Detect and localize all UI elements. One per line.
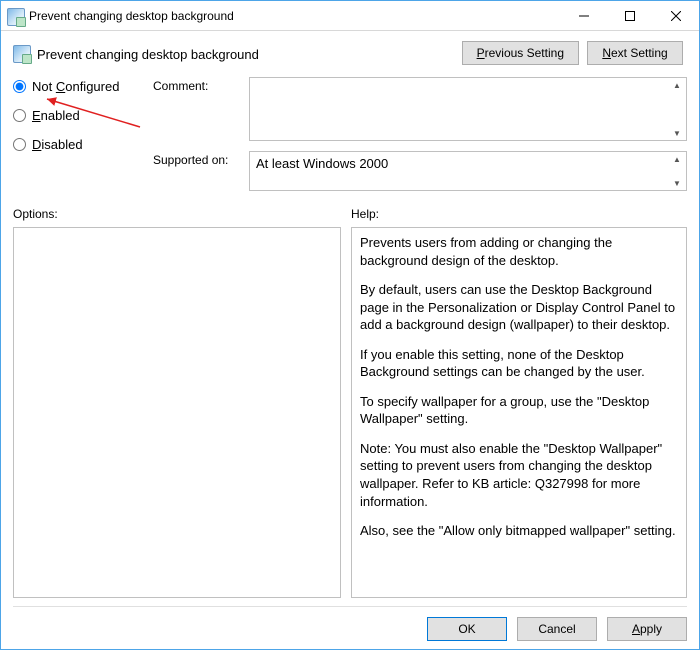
help-text: By default, users can use the Desktop Ba… (360, 281, 678, 334)
next-setting-button[interactable]: Next Setting (587, 41, 683, 65)
gpedit-icon (13, 45, 31, 63)
close-button[interactable] (653, 1, 699, 31)
radio-not-configured[interactable]: Not Configured (13, 79, 153, 94)
help-text: Note: You must also enable the "Desktop … (360, 440, 678, 510)
radio-enabled[interactable]: Enabled (13, 108, 153, 123)
ok-button[interactable]: OK (427, 617, 507, 641)
dialog-footer: OK Cancel Apply (13, 606, 687, 641)
chevron-down-icon[interactable]: ▼ (670, 178, 684, 188)
supported-label: Supported on: (153, 151, 243, 191)
content-area: Prevent changing desktop background Prev… (1, 31, 699, 649)
previous-setting-button[interactable]: Previous Setting (462, 41, 579, 65)
help-text: Also, see the "Allow only bitmapped wall… (360, 522, 678, 540)
help-text: Prevents users from adding or changing t… (360, 234, 678, 269)
minimize-button[interactable] (561, 1, 607, 31)
supported-textbox: At least Windows 2000 ▲ ▼ (249, 151, 687, 191)
comment-textbox[interactable]: ▲ ▼ (249, 77, 687, 141)
options-pane (13, 227, 341, 598)
maximize-button[interactable] (607, 1, 653, 31)
setting-title: Prevent changing desktop background (37, 47, 259, 62)
cancel-button[interactable]: Cancel (517, 617, 597, 641)
help-pane[interactable]: Prevents users from adding or changing t… (351, 227, 687, 598)
chevron-down-icon[interactable]: ▼ (670, 128, 684, 138)
window-title: Prevent changing desktop background (29, 9, 561, 23)
help-label: Help: (351, 207, 379, 221)
titlebar[interactable]: Prevent changing desktop background (1, 1, 699, 31)
options-label: Options: (13, 207, 351, 221)
supported-value: At least Windows 2000 (256, 156, 388, 171)
help-text: If you enable this setting, none of the … (360, 346, 678, 381)
radio-disabled[interactable]: Disabled (13, 137, 153, 152)
state-radio-group: Not Configured Enabled Disabled (13, 77, 153, 191)
gpedit-icon (7, 8, 23, 24)
chevron-up-icon[interactable]: ▲ (670, 154, 684, 164)
dialog-window: Prevent changing desktop background Prev… (0, 0, 700, 650)
apply-button[interactable]: Apply (607, 617, 687, 641)
setting-heading: Prevent changing desktop background (13, 41, 259, 63)
chevron-up-icon[interactable]: ▲ (670, 80, 684, 90)
comment-label: Comment: (153, 77, 243, 141)
help-text: To specify wallpaper for a group, use th… (360, 393, 678, 428)
